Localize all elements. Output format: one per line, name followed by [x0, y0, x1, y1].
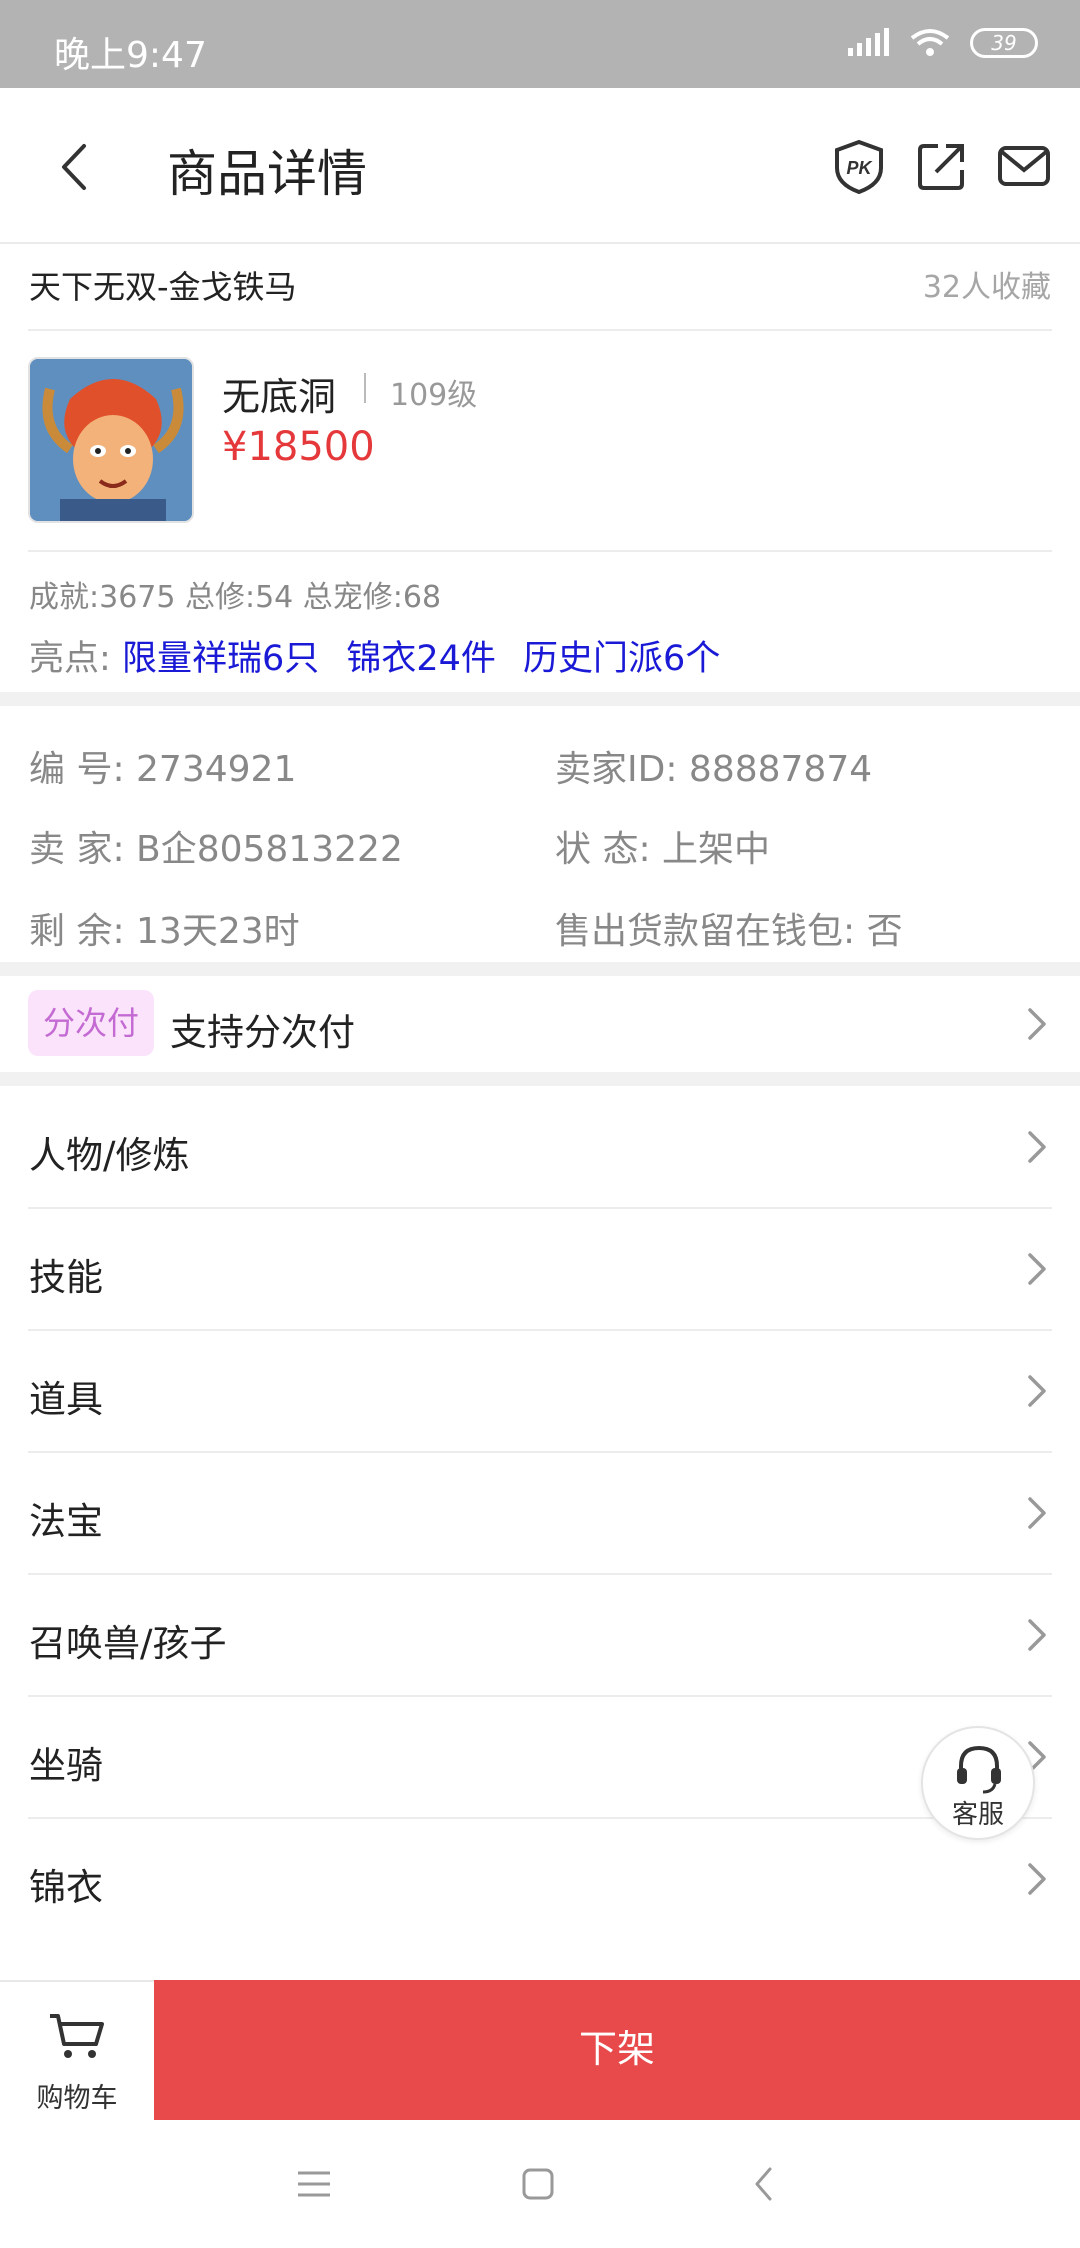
headset-icon [957, 1745, 1001, 1794]
chevron-right-icon [1028, 1131, 1046, 1163]
customer-service-button[interactable]: 客服 [921, 1726, 1035, 1840]
level-separator [364, 373, 366, 403]
wifi-icon [910, 29, 950, 56]
battery-icon: 39 [970, 28, 1038, 58]
character-portrait-icon [30, 359, 192, 521]
highlights-label: 亮点: [29, 639, 111, 679]
home-nav-icon[interactable] [522, 2168, 554, 2200]
status-time: 晚上9:47 [54, 35, 207, 76]
chevron-right-icon [1028, 1375, 1046, 1407]
menu-item-outfits[interactable]: 锦衣 [0, 1819, 1080, 1941]
chevron-right-icon [1028, 1497, 1046, 1529]
highlights: 亮点: 限量祥瑞6只 锦衣24件 历史门派6个 [29, 630, 736, 681]
section-divider [0, 692, 1080, 706]
signal-icon [848, 28, 889, 56]
favorites-count: 32人收藏 [922, 270, 1051, 305]
status-icons: 39 [846, 28, 1038, 58]
installment-text: 支持分次付 [170, 1011, 355, 1054]
cart-label: 购物车 [36, 2083, 118, 2114]
menu-item-items[interactable]: 道具 [0, 1331, 1080, 1453]
menu-item-label: 召唤兽/孩子 [29, 1622, 227, 1665]
back-arrow-icon[interactable] [50, 132, 100, 202]
menu-item-treasures[interactable]: 法宝 [0, 1453, 1080, 1575]
menu-item-label: 锦衣 [29, 1866, 103, 1909]
highlight-item: 限量祥瑞6只 [121, 639, 320, 679]
highlight-item: 历史门派6个 [523, 639, 721, 679]
cart-button[interactable]: 购物车 [0, 1982, 154, 2120]
pk-shield-icon[interactable]: PK [831, 138, 887, 194]
share-icon[interactable] [914, 138, 970, 194]
divider [28, 550, 1052, 552]
chevron-right-icon [1028, 1619, 1046, 1651]
seller-name: 卖 家: B企805813222 [29, 829, 403, 870]
section-divider [0, 962, 1080, 976]
menu-item-character[interactable]: 人物/修炼 [0, 1087, 1080, 1209]
remaining-time: 剩 余: 13天23时 [29, 911, 300, 952]
back-nav-icon[interactable] [752, 2166, 776, 2202]
product-title: 天下无双-金戈铁马 [29, 268, 297, 306]
menu-item-label: 人物/修炼 [29, 1134, 190, 1177]
menu-nav-icon[interactable] [298, 2170, 330, 2198]
customer-service-label: 客服 [951, 1800, 1004, 1830]
system-nav-bar [0, 2120, 1080, 2248]
page-title: 商品详情 [167, 145, 367, 203]
menu-item-skills[interactable]: 技能 [0, 1209, 1080, 1331]
header: 商品详情 PK [0, 88, 1080, 244]
bottom-action-bar: 购物车 下架 [0, 1980, 1080, 2120]
wallet-setting: 售出货款留在钱包: 否 [555, 911, 903, 952]
menu-item-label: 道具 [29, 1378, 103, 1421]
menu-item-label: 法宝 [29, 1500, 103, 1543]
status-bar: 晚上9:47 39 [0, 0, 1080, 88]
character-avatar [28, 357, 194, 523]
installment-row[interactable] [0, 976, 1080, 1072]
mail-icon[interactable] [996, 138, 1052, 194]
delist-button[interactable]: 下架 [154, 1980, 1080, 2120]
divider [28, 329, 1052, 331]
seller-id: 卖家ID: 88887874 [555, 749, 873, 790]
chevron-right-icon [1028, 1008, 1046, 1040]
item-number: 编 号: 2734921 [29, 749, 297, 790]
section-divider [0, 1072, 1080, 1086]
chevron-right-icon [1028, 1863, 1046, 1895]
listing-status: 状 态: 上架中 [555, 829, 771, 870]
character-level: 109级 [390, 378, 478, 413]
menu-item-mounts[interactable]: 坐骑 [0, 1697, 1080, 1819]
cart-icon [50, 2014, 104, 2058]
menu-item-label: 坐骑 [29, 1744, 103, 1787]
menu-item-summons[interactable]: 召唤兽/孩子 [0, 1575, 1080, 1697]
svg-text:PK: PK [846, 158, 873, 178]
server-name: 无底洞 [222, 375, 337, 419]
highlight-item: 锦衣24件 [346, 639, 496, 679]
price: ¥18500 [222, 424, 375, 470]
chevron-right-icon [1028, 1253, 1046, 1285]
character-stats: 成就:3675 总修:54 总宠修:68 [29, 580, 442, 615]
menu-item-label: 技能 [29, 1256, 103, 1299]
installment-badge: 分次付 [28, 990, 154, 1056]
